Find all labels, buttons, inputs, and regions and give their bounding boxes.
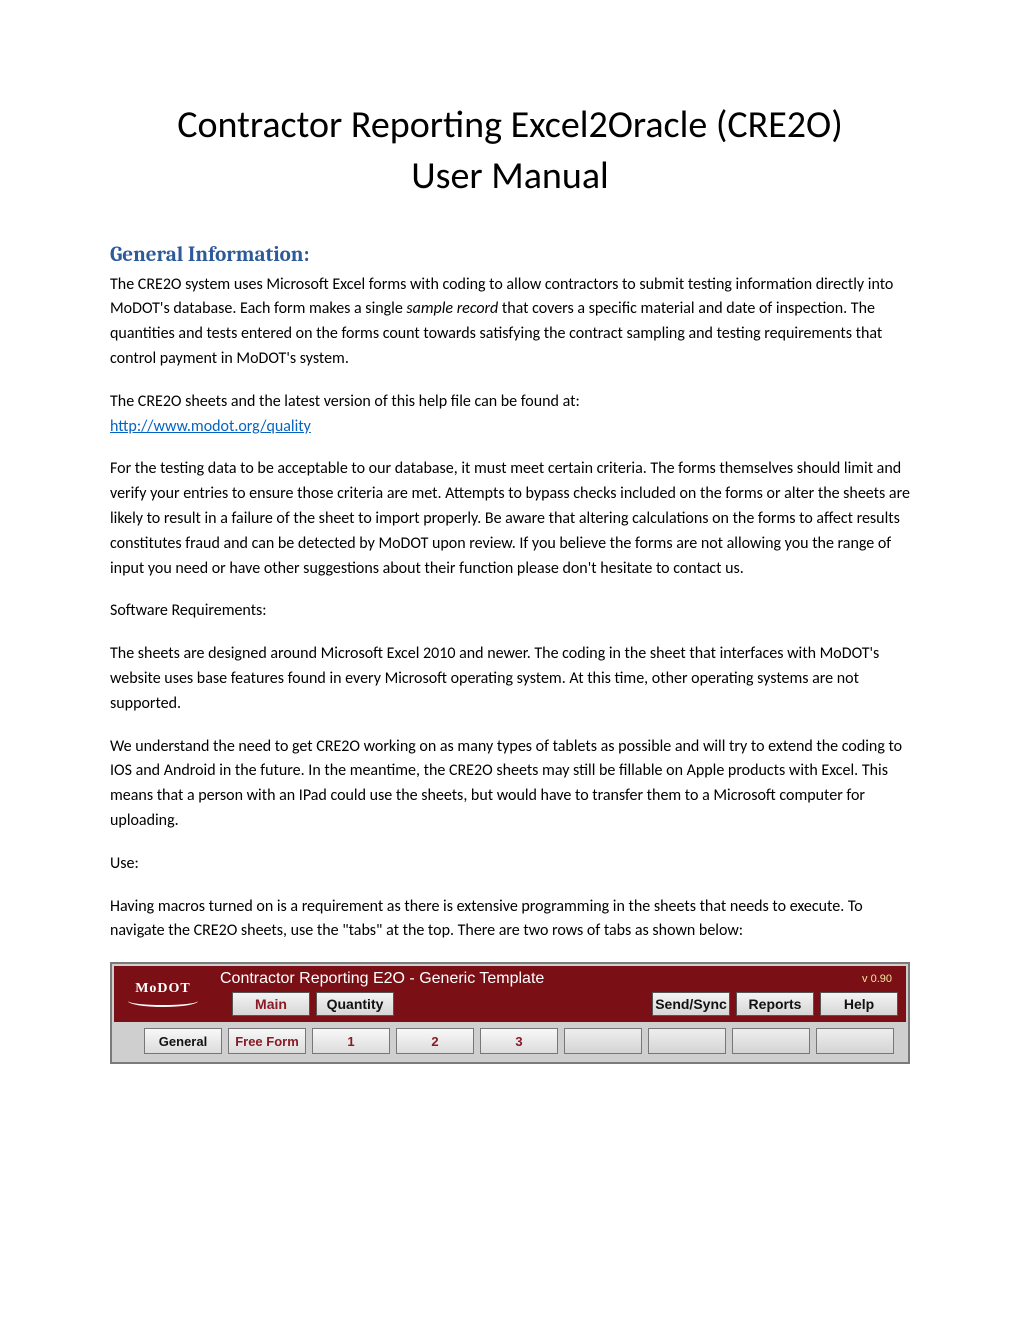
sub-tab-row: General Free Form 1 2 3 (114, 1022, 906, 1060)
tab-send-sync[interactable]: Send/Sync (652, 992, 730, 1016)
quality-link[interactable]: http://www.modot.org/quality (110, 417, 311, 436)
paragraph-software-req-body: The sheets are designed around Microsoft… (110, 642, 910, 716)
tab-help[interactable]: Help (820, 992, 898, 1016)
app-bar-container: MoDOT Contractor Reporting E2O - Generic… (110, 962, 910, 1064)
subtab-empty-2[interactable] (648, 1028, 726, 1054)
paragraph-criteria: For the testing data to be acceptable to… (110, 457, 910, 581)
subtab-3[interactable]: 3 (480, 1028, 558, 1054)
subtab-general[interactable]: General (144, 1028, 222, 1054)
app-version: v 0.90 (862, 973, 896, 985)
logo-swoosh-icon (128, 995, 198, 1007)
subtab-1[interactable]: 1 (312, 1028, 390, 1054)
page-title: Contractor Reporting Excel2Oracle (CRE2O… (110, 100, 910, 203)
app-title: Contractor Reporting E2O - Generic Templ… (218, 970, 544, 988)
paragraph-software-req-heading: Software Requirements: (110, 599, 910, 624)
subtab-free-form[interactable]: Free Form (228, 1028, 306, 1054)
section-heading-general: General Information: (110, 243, 910, 267)
italic-sample-record: sample record (406, 299, 498, 318)
tab-quantity[interactable]: Quantity (316, 992, 394, 1016)
subtab-empty-3[interactable] (732, 1028, 810, 1054)
title-line-1: Contractor Reporting Excel2Oracle (CRE2O… (177, 102, 843, 148)
subtab-empty-4[interactable] (816, 1028, 894, 1054)
paragraph-link-intro: The CRE2O sheets and the latest version … (110, 390, 910, 440)
modot-logo: MoDOT (114, 966, 212, 1022)
paragraph-use-body: Having macros turned on is a requirement… (110, 895, 910, 945)
subtab-2[interactable]: 2 (396, 1028, 474, 1054)
paragraph-use-heading: Use: (110, 852, 910, 877)
tab-main[interactable]: Main (232, 992, 310, 1016)
app-title-bar: MoDOT Contractor Reporting E2O - Generic… (114, 966, 906, 1022)
tab-reports[interactable]: Reports (736, 992, 814, 1016)
top-tab-row: Main Quantity Send/Sync Reports Help (212, 992, 902, 1022)
title-line-2: User Manual (411, 153, 609, 199)
paragraph-intro: The CRE2O system uses Microsoft Excel fo… (110, 273, 910, 372)
paragraph-tablets: We understand the need to get CRE2O work… (110, 735, 910, 834)
subtab-empty-1[interactable] (564, 1028, 642, 1054)
